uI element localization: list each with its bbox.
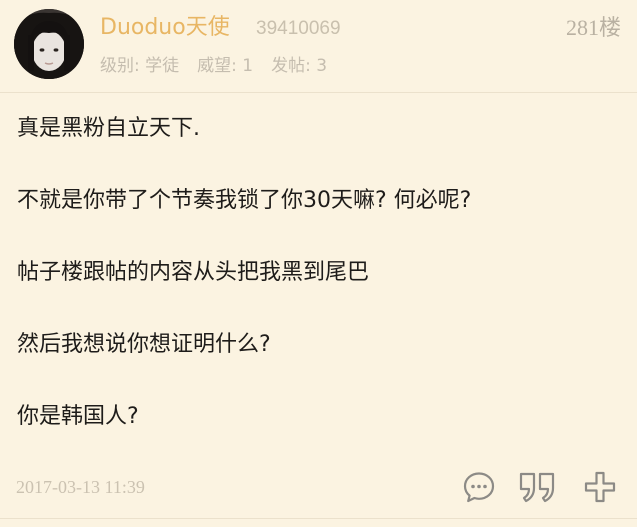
content-line: 然后我想说你想证明什么?: [17, 332, 271, 357]
avatar[interactable]: [14, 9, 84, 79]
add-button[interactable]: [583, 470, 617, 504]
user-post-count: 发帖: 3: [271, 56, 328, 76]
quote-button[interactable]: [518, 470, 555, 504]
content-line: 不就是你带了个节奏我锁了你30天嘛? 何必呢?: [17, 188, 472, 213]
quote-icon: [519, 472, 555, 503]
content-line: 真是黑粉自立天下.: [17, 116, 200, 141]
comment-bubble-icon: [463, 472, 495, 503]
user-level: 级别: 学徒: [100, 56, 180, 76]
avatar-image: [14, 9, 84, 79]
user-prestige: 威望: 1: [197, 56, 254, 76]
post-timestamp: 2017-03-13 11:39: [16, 477, 145, 497]
user-id: 39410069: [256, 18, 341, 39]
footer-divider: [0, 518, 637, 519]
header-divider: [0, 92, 637, 93]
post-footer: 2017-03-13 11:39: [0, 462, 637, 512]
forum-post: Duoduo天使 39410069 281楼 级别: 学徒 威望: 1 发帖: 3 …: [0, 0, 637, 527]
username-link[interactable]: Duoduo天使: [100, 14, 230, 42]
post-content: 真是黑粉自立天下. 不就是你带了个节奏我锁了你30天嘛? 何必呢? 帖子楼跟帖的…: [17, 113, 617, 473]
content-line: 帖子楼跟帖的内容从头把我黑到尾巴: [17, 260, 370, 285]
post-header: Duoduo天使 39410069 281楼 级别: 学徒 威望: 1 发帖: 3: [0, 0, 637, 92]
content-line: 你是韩国人?: [17, 404, 139, 429]
comment-button[interactable]: [462, 470, 496, 504]
floor-number: 281楼: [565, 15, 621, 40]
user-stats: 级别: 学徒 威望: 1 发帖: 3: [100, 54, 327, 78]
plus-icon: [584, 471, 616, 503]
